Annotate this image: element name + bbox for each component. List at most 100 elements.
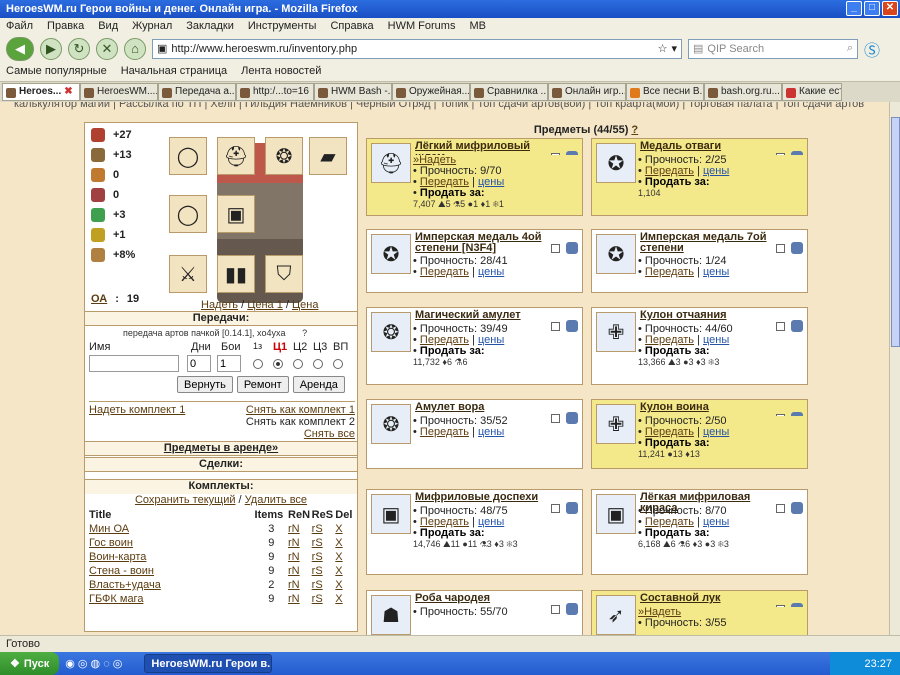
stop-button[interactable]: ✕: [96, 37, 118, 60]
reload-button[interactable]: ↻: [68, 37, 90, 60]
bookmark-news[interactable]: Лента новостей: [241, 65, 321, 78]
item-image[interactable]: ✪: [596, 143, 636, 183]
kit-title[interactable]: Гос воин: [89, 537, 255, 551]
recipient-name-input[interactable]: [89, 355, 179, 372]
kit-ren[interactable]: rN: [288, 537, 312, 551]
menu-view[interactable]: Вид: [98, 20, 118, 33]
tab-http[interactable]: http:/...to=16: [236, 83, 314, 101]
kit-del[interactable]: X: [335, 551, 355, 565]
item-image[interactable]: ⛑: [371, 143, 411, 183]
item-transfer-link[interactable]: Передать: [420, 426, 469, 438]
kit-ren[interactable]: rN: [288, 593, 312, 607]
kit-del[interactable]: X: [335, 565, 355, 579]
oa-label[interactable]: ОА: [91, 293, 107, 305]
quicklaunch-icons[interactable]: ◉ ◎ ◍ ◌ ◎: [65, 657, 122, 670]
days-input[interactable]: [187, 355, 211, 372]
kit-res[interactable]: rS: [312, 551, 336, 565]
item-prices-link[interactable]: цены: [703, 266, 729, 278]
item-image[interactable]: ❂: [371, 312, 411, 352]
kit-title[interactable]: Власть+удача: [89, 579, 255, 593]
item-select-checkbox[interactable]: [776, 244, 785, 253]
ring-slot-1[interactable]: ◯: [169, 137, 207, 175]
bookmark-star-icon[interactable]: ☆: [658, 42, 668, 55]
back-button[interactable]: ◀: [6, 36, 34, 61]
menu-file[interactable]: Файл: [6, 20, 33, 33]
menu-mb[interactable]: MB: [469, 20, 486, 33]
weapon-slot[interactable]: ⚔: [169, 255, 207, 293]
kit-del[interactable]: X: [335, 593, 355, 607]
url-bar[interactable]: ▣ http://www.heroeswm.ru/inventory.php ☆…: [152, 38, 682, 59]
kit-title[interactable]: Стена - воин: [89, 565, 255, 579]
book-slot[interactable]: ▰: [309, 137, 347, 175]
kit-res[interactable]: rS: [312, 579, 336, 593]
amulet-slot[interactable]: ❂: [265, 137, 303, 175]
menu-history[interactable]: Журнал: [132, 20, 172, 33]
rented-items-link[interactable]: Предметы в аренде»: [85, 441, 357, 456]
item-name[interactable]: Имперская медаль 4ой степени [N3F4]: [415, 232, 553, 254]
item-name[interactable]: Амулет вора: [415, 402, 553, 413]
radio-vp[interactable]: [333, 358, 343, 369]
item-name[interactable]: Магический амулет: [415, 310, 553, 321]
kit-del[interactable]: X: [335, 579, 355, 593]
item-image[interactable]: ☗: [371, 595, 411, 635]
kit-del[interactable]: X: [335, 537, 355, 551]
kit-title[interactable]: ГБФК мага: [89, 593, 255, 607]
kit-res[interactable]: rS: [312, 537, 336, 551]
tab-hwm-bash[interactable]: HWM Bash -...: [314, 83, 392, 101]
kit-ren[interactable]: rN: [288, 523, 312, 537]
kit-del[interactable]: X: [335, 523, 355, 537]
vertical-scrollbar[interactable]: [889, 102, 900, 635]
menu-edit[interactable]: Правка: [47, 20, 84, 33]
kit-title[interactable]: Воин-карта: [89, 551, 255, 565]
boots-slot[interactable]: ▮▮: [217, 255, 255, 293]
top-links[interactable]: калькулятор магии | Рассылка по ТП | Хел…: [14, 102, 889, 110]
item-image[interactable]: ✙: [596, 404, 636, 444]
close-button[interactable]: ✕: [882, 1, 898, 16]
scrollbar-thumb[interactable]: [891, 117, 900, 347]
kit-res[interactable]: rS: [312, 523, 336, 537]
item-name[interactable]: Роба чародея: [415, 593, 553, 604]
save-current-link[interactable]: Сохранить текущий: [135, 494, 236, 506]
repair-tool-icon[interactable]: [566, 242, 578, 254]
item-image[interactable]: ▣: [371, 494, 411, 534]
item-image[interactable]: ▣: [596, 494, 636, 534]
item-name[interactable]: Мифриловые доспехи: [415, 492, 553, 503]
search-engine-icon[interactable]: ▤: [693, 42, 703, 55]
tab-close-icon[interactable]: ✖: [64, 86, 72, 98]
kit-ren[interactable]: rN: [288, 579, 312, 593]
kit-ren[interactable]: rN: [288, 551, 312, 565]
menu-tools[interactable]: Инструменты: [248, 20, 317, 33]
radio-1z[interactable]: [253, 358, 263, 369]
tab-online-game[interactable]: Онлайн игр...: [548, 83, 626, 101]
fights-input[interactable]: [217, 355, 241, 372]
item-name[interactable]: Имперская медаль 7ой степени: [640, 232, 778, 254]
url-dropdown-icon[interactable]: ▾: [671, 42, 677, 55]
kit-res[interactable]: rS: [312, 593, 336, 607]
item-select-checkbox[interactable]: [551, 244, 560, 253]
item-prices-link[interactable]: цены: [478, 426, 504, 438]
kit-res[interactable]: rS: [312, 565, 336, 579]
take-off-kit2-link[interactable]: Снять как комплект 2: [89, 416, 355, 428]
menu-hwm-forums[interactable]: HWM Forums: [388, 20, 456, 33]
minimize-button[interactable]: _: [846, 1, 862, 16]
search-icon[interactable]: ⌕: [847, 42, 853, 55]
item-prices-link[interactable]: цены: [478, 266, 504, 278]
take-off-kit1-link[interactable]: Снять как комплект 1: [246, 404, 355, 416]
bookmark-popular[interactable]: Самые популярные: [6, 65, 107, 78]
delete-all-link[interactable]: Удалить все: [245, 494, 307, 506]
items-help[interactable]: ?: [631, 124, 638, 136]
item-image[interactable]: ➶: [596, 595, 636, 635]
wear-link[interactable]: Надеть: [201, 299, 238, 311]
return-button[interactable]: Вернуть: [177, 376, 233, 393]
repair-button[interactable]: Ремонт: [236, 376, 289, 393]
wear-kit-link[interactable]: Надеть комплект 1: [89, 404, 185, 416]
kit-ren[interactable]: rN: [288, 565, 312, 579]
shield-slot[interactable]: ⛉: [265, 255, 303, 293]
taskbar-firefox-window[interactable]: HeroesWM.ru Герои в...: [144, 654, 273, 673]
take-off-all-link[interactable]: Снять все: [89, 428, 355, 440]
transfer-help[interactable]: ?: [302, 328, 307, 338]
tab-armory[interactable]: Оружейная...: [392, 83, 470, 101]
tab-what-is[interactable]: Какие ест: [782, 83, 842, 101]
bookmark-home-page[interactable]: Начальная страница: [121, 65, 227, 78]
tab-compare[interactable]: Сравнилка ...: [470, 83, 548, 101]
